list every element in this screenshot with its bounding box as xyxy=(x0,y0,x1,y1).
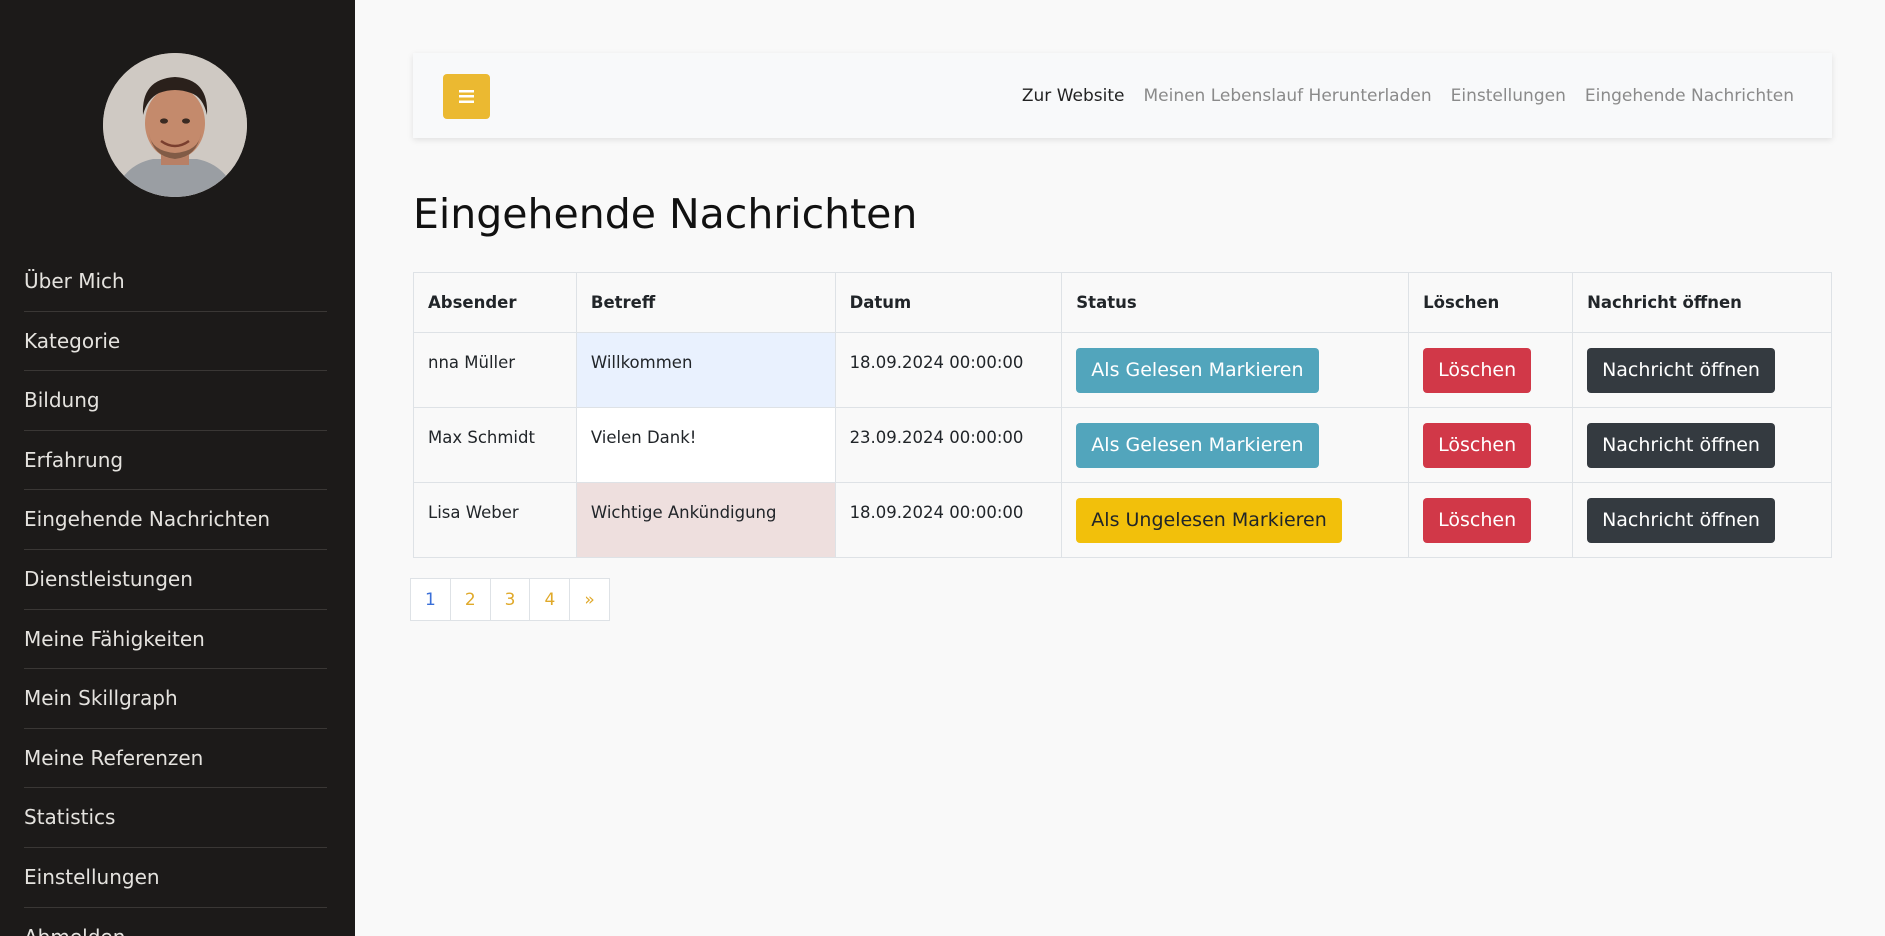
sidebar: Über Mich Kategorie Bildung Erfahrung Ei… xyxy=(0,0,355,936)
mark-read-button[interactable]: Als Gelesen Markieren xyxy=(1076,423,1319,468)
sidebar-item-faehigkeiten[interactable]: Meine Fähigkeiten xyxy=(24,610,327,670)
delete-button[interactable]: Löschen xyxy=(1423,348,1532,393)
delete-cell: Löschen xyxy=(1408,332,1574,408)
mark-unread-button[interactable]: Als Ungelesen Markieren xyxy=(1076,498,1342,543)
sender-cell: nna Müller xyxy=(413,332,577,408)
page-next-link[interactable]: » xyxy=(569,578,610,621)
table-row: nna Müller Willkommen 18.09.2024 00:00:0… xyxy=(413,332,1832,408)
date-cell: 23.09.2024 00:00:00 xyxy=(834,407,1063,483)
sidebar-item-eingehende-nachrichten[interactable]: Eingehende Nachrichten xyxy=(24,490,327,550)
subject-cell: Willkommen xyxy=(575,332,836,408)
avatar xyxy=(103,53,247,197)
date-cell: 18.09.2024 00:00:00 xyxy=(834,332,1063,408)
open-message-button[interactable]: Nachricht öffnen xyxy=(1587,423,1775,468)
open-message-button[interactable]: Nachricht öffnen xyxy=(1587,498,1775,543)
delete-cell: Löschen xyxy=(1408,482,1574,558)
column-header-betreff: Betreff xyxy=(575,272,836,333)
open-cell: Nachricht öffnen xyxy=(1572,407,1832,483)
sidebar-item-skillgraph[interactable]: Mein Skillgraph xyxy=(24,669,327,729)
delete-cell: Löschen xyxy=(1408,407,1574,483)
open-message-button[interactable]: Nachricht öffnen xyxy=(1587,348,1775,393)
page-link-2[interactable]: 2 xyxy=(449,578,491,621)
status-cell: Als Gelesen Markieren xyxy=(1061,332,1410,408)
sidebar-item-bildung[interactable]: Bildung xyxy=(24,371,327,431)
status-cell: Als Ungelesen Markieren xyxy=(1061,482,1410,558)
open-cell: Nachricht öffnen xyxy=(1572,332,1832,408)
sidebar-item-dienstleistungen[interactable]: Dienstleistungen xyxy=(24,550,327,610)
pagination: 1 2 3 4 » xyxy=(410,578,610,621)
sidebar-item-kategorie[interactable]: Kategorie xyxy=(24,312,327,372)
nav-link-lebenslauf-download[interactable]: Meinen Lebenslauf Herunterladen xyxy=(1143,86,1431,106)
sidebar-item-abmelden[interactable]: Abmelden xyxy=(24,908,327,936)
sidebar-item-erfahrung[interactable]: Erfahrung xyxy=(24,431,327,491)
delete-button[interactable]: Löschen xyxy=(1423,498,1532,543)
mark-read-button[interactable]: Als Gelesen Markieren xyxy=(1076,348,1319,393)
sidebar-item-einstellungen[interactable]: Einstellungen xyxy=(24,848,327,908)
column-header-datum: Datum xyxy=(834,272,1063,333)
delete-button[interactable]: Löschen xyxy=(1423,423,1532,468)
sidebar-item-statistics[interactable]: Statistics xyxy=(24,788,327,848)
sidebar-item-uber-mich[interactable]: Über Mich xyxy=(24,252,327,312)
column-header-nachricht-oeffnen: Nachricht öffnen xyxy=(1572,272,1832,333)
bars-icon xyxy=(459,90,474,103)
table-row: Max Schmidt Vielen Dank! 23.09.2024 00:0… xyxy=(413,407,1832,483)
sidebar-nav: Über Mich Kategorie Bildung Erfahrung Ei… xyxy=(24,252,327,936)
sidebar-toggle-button[interactable] xyxy=(443,74,490,119)
table-row: Lisa Weber Wichtige Ankündigung 18.09.20… xyxy=(413,482,1832,558)
column-header-status: Status xyxy=(1061,272,1410,333)
messages-table: Absender Betreff Datum Status Löschen Na… xyxy=(413,272,1832,558)
status-cell: Als Gelesen Markieren xyxy=(1061,407,1410,483)
top-navbar: Zur Website Meinen Lebenslauf Herunterla… xyxy=(413,53,1832,138)
subject-cell: Wichtige Ankündigung xyxy=(575,482,836,558)
table-header-row: Absender Betreff Datum Status Löschen Na… xyxy=(413,272,1832,333)
page-link-4[interactable]: 4 xyxy=(529,578,571,621)
sidebar-item-referenzen[interactable]: Meine Referenzen xyxy=(24,729,327,789)
column-header-loeschen: Löschen xyxy=(1408,272,1574,333)
sender-cell: Max Schmidt xyxy=(413,407,577,483)
page-link-1[interactable]: 1 xyxy=(410,578,451,621)
nav-link-zur-website[interactable]: Zur Website xyxy=(1022,86,1125,106)
top-nav-links: Zur Website Meinen Lebenslauf Herunterla… xyxy=(1022,53,1794,138)
page-link-3[interactable]: 3 xyxy=(489,578,531,621)
open-cell: Nachricht öffnen xyxy=(1572,482,1832,558)
sender-cell: Lisa Weber xyxy=(413,482,577,558)
date-cell: 18.09.2024 00:00:00 xyxy=(834,482,1063,558)
page-title: Eingehende Nachrichten xyxy=(413,190,918,238)
subject-cell: Vielen Dank! xyxy=(575,407,836,483)
nav-link-einstellungen[interactable]: Einstellungen xyxy=(1451,86,1566,106)
nav-link-eingehende-nachrichten[interactable]: Eingehende Nachrichten xyxy=(1585,86,1794,106)
column-header-absender: Absender xyxy=(413,272,577,333)
